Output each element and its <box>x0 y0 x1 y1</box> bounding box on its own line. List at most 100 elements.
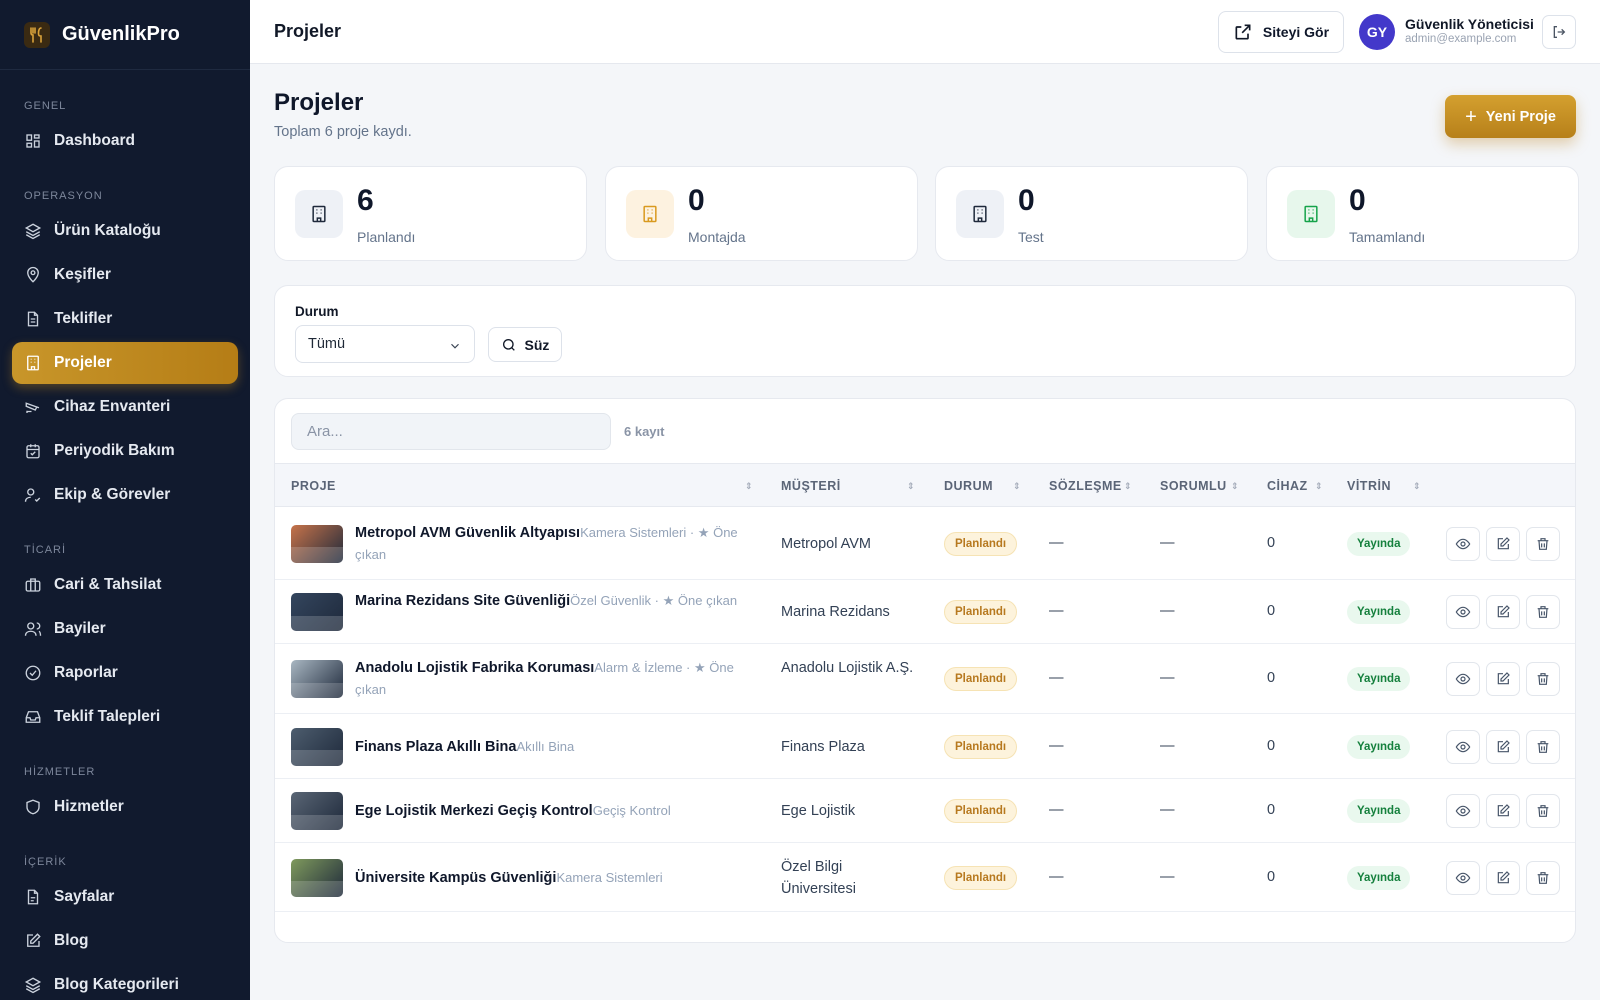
project-name[interactable]: Metropol AVM Güvenlik Altyapısı <box>355 525 580 541</box>
delete-button[interactable] <box>1526 595 1560 629</box>
status-select[interactable]: Tümü <box>295 325 475 363</box>
sidebar-item-teklifler[interactable]: Teklifler <box>12 298 238 340</box>
filter-button[interactable]: Süz <box>488 327 562 362</box>
external-link-icon <box>1235 24 1251 40</box>
table-row[interactable]: Ege Lojistik Merkezi Geçiş KontrolGeçiş … <box>275 779 1575 843</box>
status-badge: Planlandı <box>944 531 1018 556</box>
sidebar-item-blog[interactable]: Blog <box>12 920 238 962</box>
sidebar-item-blog-kategorileri[interactable]: Blog Kategorileri <box>12 964 238 1000</box>
layers-icon <box>24 977 42 994</box>
view-button[interactable] <box>1446 595 1480 629</box>
sidebar-item-projeler[interactable]: Projeler <box>12 342 238 384</box>
column-header[interactable]: SÖZLEŞME <box>1049 479 1122 493</box>
sidebar-item-cihaz-envanteri[interactable]: Cihaz Envanteri <box>12 386 238 428</box>
edit-button[interactable] <box>1486 662 1520 696</box>
column-header[interactable]: MÜŞTERİ <box>781 479 841 493</box>
logout-button[interactable] <box>1542 15 1576 49</box>
table-row[interactable]: Finans Plaza Akıllı BinaAkıllı Bina Finan… <box>275 714 1575 779</box>
project-name[interactable]: Üniversite Kampüs Güvenliği <box>355 870 556 886</box>
stat-value: 6 <box>357 184 374 217</box>
sidebar-item-label: Cihaz Envanteri <box>54 398 171 415</box>
column-header[interactable]: VİTRİN <box>1347 479 1391 493</box>
edit-button[interactable] <box>1486 595 1520 629</box>
table-row[interactable]: Üniversite Kampüs GüvenliğiKamera Sistem… <box>275 843 1575 912</box>
delete-button[interactable] <box>1526 860 1560 895</box>
stat-label: Tamamlandı <box>1349 229 1426 245</box>
delete-button[interactable] <box>1526 526 1560 561</box>
sidebar-item-raporlar[interactable]: Raporlar <box>12 652 238 694</box>
contract-cell: — <box>1049 534 1064 551</box>
view-button[interactable] <box>1446 794 1480 828</box>
edit-button[interactable] <box>1486 860 1520 895</box>
project-name[interactable]: Anadolu Lojistik Fabrika Koruması <box>355 660 594 676</box>
user-email: admin@example.com <box>1405 33 1517 45</box>
showcase-badge: Yayında <box>1347 865 1411 890</box>
table-row[interactable]: Marina Rezidans Site GüvenliğiÖzel Güven… <box>275 580 1575 644</box>
eye-icon <box>1455 673 1471 685</box>
trash-icon <box>1537 805 1549 817</box>
sort-icon[interactable]: ⇕ <box>1124 481 1132 492</box>
view-site-button[interactable]: Siteyi Gör <box>1218 11 1344 53</box>
device-count: 0 <box>1267 802 1276 818</box>
contract-cell: — <box>1049 603 1064 619</box>
sidebar-item-cari-tahsilat[interactable]: Cari & Tahsilat <box>12 564 238 606</box>
search-input[interactable]: Ara... <box>291 413 611 450</box>
project-name[interactable]: Finans Plaza Akıllı Bina <box>355 739 516 755</box>
table-row[interactable]: Anadolu Lojistik Fabrika KorumasıAlarm &… <box>275 644 1575 714</box>
sidebar-item-label: Teklif Talepleri <box>54 708 161 725</box>
trash-icon <box>1537 871 1549 884</box>
edit-button[interactable] <box>1486 526 1520 561</box>
view-button[interactable] <box>1446 662 1480 696</box>
edit-button[interactable] <box>1486 794 1520 828</box>
column-header[interactable]: CİHAZ <box>1267 479 1308 493</box>
delete-button[interactable] <box>1526 794 1560 828</box>
sort-icon[interactable]: ⇕ <box>745 481 753 492</box>
column-header[interactable]: PROJE <box>291 479 336 493</box>
table-row[interactable]: Metropol AVM Güvenlik AltyapısıKamera Si… <box>275 507 1575 580</box>
sidebar-item-bayiler[interactable]: Bayiler <box>12 608 238 650</box>
project-name[interactable]: Ege Lojistik Merkezi Geçiş Kontrol <box>355 803 593 819</box>
sidebar-item-dashboard[interactable]: Dashboard <box>12 120 238 162</box>
sidebar-item-label: Blog Kategorileri <box>54 976 179 993</box>
sidebar-item-periyodik-bak-m[interactable]: Periyodik Bakım <box>12 430 238 472</box>
view-button[interactable] <box>1446 526 1480 561</box>
sort-icon[interactable]: ⇕ <box>1013 481 1021 492</box>
sidebar-item-label: Teklifler <box>54 310 113 327</box>
new-project-button[interactable]: + Yeni Proje <box>1445 95 1576 138</box>
layers-icon <box>24 223 42 240</box>
avatar[interactable]: GY <box>1359 14 1395 50</box>
sidebar-item-hizmetler[interactable]: Hizmetler <box>12 786 238 828</box>
sidebar-item--r-n-katalo-u[interactable]: Ürün Kataloğu <box>12 210 238 252</box>
sidebar-item-ke-ifler[interactable]: Keşifler <box>12 254 238 296</box>
view-button[interactable] <box>1446 729 1480 764</box>
device-count: 0 <box>1267 534 1276 551</box>
sort-icon[interactable]: ⇕ <box>1315 481 1323 492</box>
sidebar-item-ekip-g-revler[interactable]: Ekip & Görevler <box>12 474 238 516</box>
owner-cell: — <box>1160 670 1175 686</box>
customer-cell: Anadolu Lojistik A.Ş. <box>781 660 914 676</box>
delete-button[interactable] <box>1526 662 1560 696</box>
trash-icon <box>1537 673 1549 685</box>
sidebar-item-teklif-talepleri[interactable]: Teklif Talepleri <box>12 696 238 738</box>
device-count: 0 <box>1267 737 1276 754</box>
sidebar-item-label: Sayfalar <box>54 888 115 905</box>
delete-button[interactable] <box>1526 729 1560 764</box>
search-placeholder: Ara... <box>307 423 343 440</box>
view-button[interactable] <box>1446 860 1480 895</box>
column-header[interactable]: DURUM <box>944 479 993 493</box>
eye-icon <box>1455 872 1471 883</box>
sidebar-item-label: Cari & Tahsilat <box>54 576 162 593</box>
showcase-badge: Yayında <box>1347 734 1411 759</box>
brand[interactable]: GüvenlikPro <box>0 0 250 70</box>
sort-icon[interactable]: ⇕ <box>907 481 915 492</box>
project-name[interactable]: Marina Rezidans Site Güvenliği <box>355 593 570 609</box>
file-text-icon <box>27 311 39 327</box>
sort-icon[interactable]: ⇕ <box>1231 481 1239 492</box>
stat-card: 0 Tamamlandı <box>1266 166 1579 261</box>
edit-icon <box>1497 605 1510 618</box>
edit-button[interactable] <box>1486 729 1520 764</box>
column-header[interactable]: SORUMLU <box>1160 479 1227 493</box>
customer-cell: Finans Plaza <box>781 738 865 755</box>
sidebar-item-sayfalar[interactable]: Sayfalar <box>12 876 238 918</box>
sort-icon[interactable]: ⇕ <box>1413 481 1421 492</box>
